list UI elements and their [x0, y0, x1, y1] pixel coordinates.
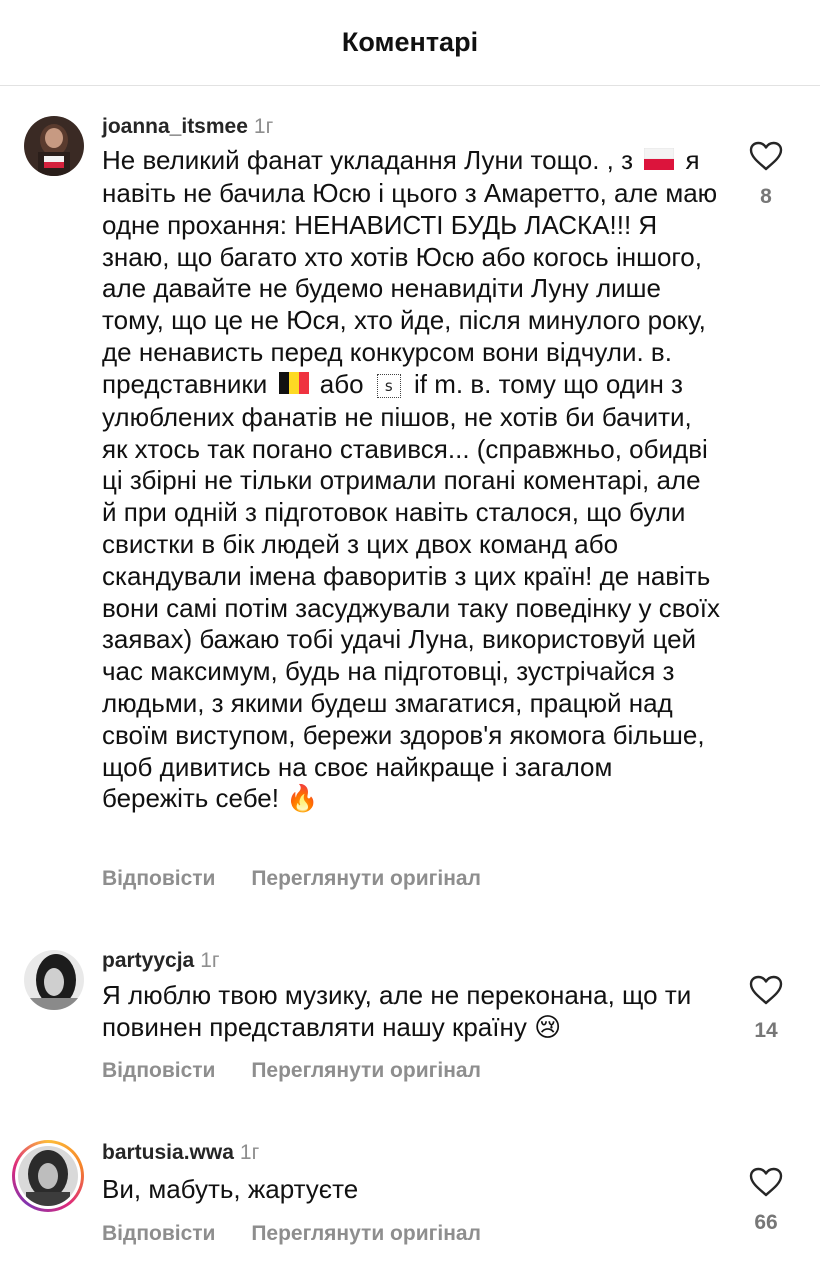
like-count: 66 [754, 1211, 778, 1234]
username[interactable]: joanna_itsmee [102, 115, 248, 138]
comment-meta: joanna_itsmee 1г [102, 114, 273, 140]
view-original-button[interactable]: Переглянути оригінал [251, 1222, 481, 1245]
comment-text-part: Не великий фанат укладання Луни тощо. , … [102, 145, 634, 175]
view-original-button[interactable]: Переглянути оригінал [251, 867, 481, 890]
avatar-story-ring[interactable] [12, 1140, 84, 1212]
avatar [18, 1146, 78, 1206]
username[interactable]: partyycja [102, 949, 194, 972]
view-original-button[interactable]: Переглянути оригінал [251, 1059, 481, 1082]
comment-meta: partyycja 1г [102, 948, 220, 974]
like-count: 8 [760, 185, 772, 208]
heart-icon[interactable] [749, 975, 783, 1005]
avatar[interactable] [24, 116, 84, 176]
comment-time: 1г [200, 949, 220, 972]
comment-text-part: або [319, 368, 364, 399]
comment-text-part: Ви, мабуть, жартуєте [102, 1174, 359, 1204]
reply-button[interactable]: Відповісти [102, 1059, 215, 1082]
comment-text-part: if m. в. тому що один з улюблених фанаті… [102, 368, 720, 814]
comment-actions: Відповісти Переглянути оригінал [102, 1222, 511, 1246]
comment-meta: bartusia.wwa 1г [102, 1140, 259, 1166]
like-count: 14 [754, 1019, 778, 1042]
poland-flag-icon [643, 146, 675, 178]
belgium-flag-icon [278, 370, 309, 402]
reply-button[interactable]: Відповісти [102, 1222, 215, 1245]
comment-text-part: я навіть не бачила Юсю і цього з Амаретт… [102, 145, 718, 399]
like-control: 14 [740, 975, 792, 1043]
comment-text-part: Я люблю твою музику, але не переконана, … [102, 980, 692, 1042]
crying-face-emoji-icon: 😢 [534, 1012, 562, 1043]
page-title: Коментарі [341, 27, 479, 57]
unknown-glyph-icon: s [376, 373, 401, 398]
username[interactable]: bartusia.wwa [102, 1141, 234, 1164]
heart-icon[interactable] [749, 141, 783, 171]
comment-text: Ви, мабуть, жартуєте [102, 1174, 720, 1206]
heart-icon[interactable] [749, 1167, 783, 1197]
comment-time: 1г [239, 1141, 260, 1164]
reply-button[interactable]: Відповісти [102, 867, 215, 890]
header: Коментарі [0, 0, 820, 86]
comment-text: Я люблю твою музику, але не переконана, … [102, 980, 720, 1045]
like-control: 8 [740, 141, 792, 209]
avatar[interactable] [24, 950, 84, 1010]
fire-emoji-icon: 🔥 [286, 784, 319, 815]
comment-time: 1г [253, 115, 274, 138]
like-control: 66 [740, 1167, 792, 1235]
comment-text: Не великий фанат укладання Луни тощо. , … [102, 145, 720, 816]
comment-actions: Відповісти Переглянути оригінал [102, 867, 511, 891]
comment-actions: Відповісти Переглянути оригінал [102, 1059, 511, 1083]
